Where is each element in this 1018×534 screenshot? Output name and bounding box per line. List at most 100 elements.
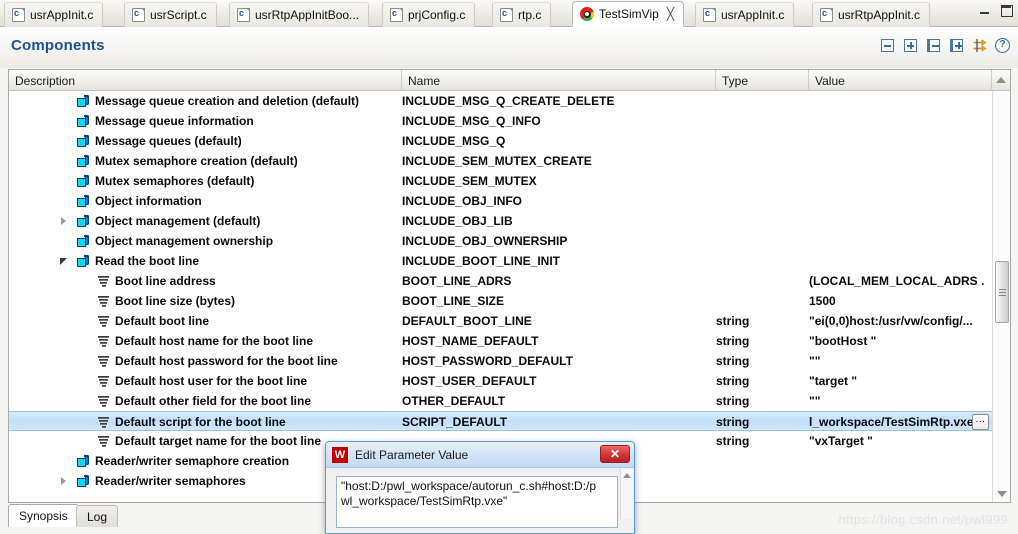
minus-box-glyph xyxy=(881,39,894,52)
collapse-all-icon[interactable] xyxy=(880,38,895,53)
table-row[interactable]: Message queue information INCLUDE_MSG_Q_I… xyxy=(9,111,992,131)
table-row[interactable]: Default host user for the boot lineHOST_… xyxy=(9,371,992,391)
cell-description: Default script for the boot line xyxy=(97,412,402,432)
row-description-label: Mutex semaphores (default) xyxy=(95,174,254,188)
table-row[interactable]: Object management (default)INCLUDE_OBJ_L… xyxy=(9,211,992,231)
cell-name: DEFAULT_BOOT_LINE xyxy=(402,311,708,331)
minimize-icon[interactable] xyxy=(979,4,991,16)
editor-tab-usrscript[interactable]: usrScript.c xyxy=(124,2,217,27)
column-header-value[interactable]: Value xyxy=(809,70,992,91)
row-description-label: Object management ownership xyxy=(95,234,273,248)
row-name-label: BOOT_LINE_SIZE xyxy=(402,294,504,308)
row-type-label: string xyxy=(716,394,749,408)
tab-log[interactable]: Log xyxy=(76,505,118,527)
editor-tab-bar: usrAppInit.c usrScript.c usrRtpAppInitBo… xyxy=(0,0,1018,27)
table-row[interactable]: Object informationINCLUDE_OBJ_INFO xyxy=(9,191,992,211)
cell-description: Default host user for the boot line xyxy=(97,371,402,391)
parameter-icon xyxy=(97,395,110,408)
row-value-label: (LOCAL_MEM_LOCAL_ADRS ... xyxy=(809,274,984,288)
cell-description: Boot line size (bytes) xyxy=(97,291,402,311)
chevron-right-icon[interactable] xyxy=(58,471,69,491)
cell-name: INCLUDE_BOOT_LINE_INIT xyxy=(402,251,708,271)
cell-type xyxy=(716,291,801,311)
cell-type: string xyxy=(716,371,801,391)
row-name-label: INCLUDE_MSG_Q xyxy=(402,134,505,148)
table-row[interactable]: Default host password for the boot lineH… xyxy=(9,351,992,371)
table-row[interactable]: Message queue creation and deletion (def… xyxy=(9,91,992,111)
tab-synopsis[interactable]: Synopsis xyxy=(8,504,79,527)
textarea-scrollbar[interactable] xyxy=(620,469,633,519)
scrollbar-thumb[interactable] xyxy=(995,261,1009,323)
expand-all-icon[interactable] xyxy=(903,38,918,53)
close-icon[interactable]: ╳ xyxy=(667,8,674,20)
editor-tab-usrappinit-1[interactable]: usrAppInit.c xyxy=(4,2,103,27)
row-value-label: "target " xyxy=(809,374,857,388)
row-description-label: Message queue creation and deletion (def… xyxy=(95,94,359,108)
cell-description: Object management ownership xyxy=(77,231,402,251)
minus-doc-glyph xyxy=(927,39,940,52)
cell-name: INCLUDE_OBJ_LIB xyxy=(402,211,708,231)
cell-description: Default host name for the boot line xyxy=(97,331,402,351)
table-row[interactable]: Boot line size (bytes)BOOT_LINE_SIZE 1500 xyxy=(9,291,992,311)
editor-tab-rtp[interactable]: rtp.c xyxy=(492,2,551,27)
expand-icon[interactable] xyxy=(949,38,964,53)
row-name-label: INCLUDE_OBJ_LIB xyxy=(402,214,513,228)
header-scroll-up-icon[interactable] xyxy=(994,73,1008,88)
chevron-right-icon[interactable] xyxy=(58,211,69,231)
table-row[interactable]: Boot line addressBOOT_LINE_ADRS(LOCAL_ME… xyxy=(9,271,992,291)
c-file-icon xyxy=(500,8,513,22)
row-description-label: Reader/writer semaphore creation xyxy=(95,454,289,468)
collapse-icon[interactable] xyxy=(926,38,941,53)
table-row[interactable]: Read the boot lineINCLUDE_BOOT_LINE_INIT xyxy=(9,251,992,271)
edit-parameter-value-dialog: W Edit Parameter Value ✕ "host:D:/pwl_wo… xyxy=(325,441,635,534)
component-icon xyxy=(77,235,90,248)
editor-header: Components ? xyxy=(0,27,1018,68)
close-icon[interactable]: ✕ xyxy=(600,445,630,463)
row-name-label: INCLUDE_MSG_Q_INFO xyxy=(402,114,541,128)
editor-tab-usrrtpappinit[interactable]: usrRtpAppInit.c xyxy=(812,2,930,27)
header-toolbar: ? xyxy=(880,38,1010,53)
maximize-icon[interactable] xyxy=(1000,4,1012,16)
parameter-icon xyxy=(97,355,110,368)
column-header-name[interactable]: Name xyxy=(402,70,716,91)
parameter-icon xyxy=(97,435,110,448)
row-description-label: Message queue information xyxy=(95,114,254,128)
cell-description: Default host password for the boot line xyxy=(97,351,402,371)
column-header-type[interactable]: Type xyxy=(716,70,809,91)
c-file-icon xyxy=(132,8,145,22)
table-row[interactable]: Default boot lineDEFAULT_BOOT_LINEstring… xyxy=(9,311,992,331)
parameter-value-input[interactable]: "host:D:/pwl_workspace/autorun_c.sh#host… xyxy=(336,476,618,528)
scroll-down-icon[interactable] xyxy=(997,491,1007,497)
cell-name: INCLUDE_MSG_Q_INFO xyxy=(402,111,708,131)
help-icon[interactable]: ? xyxy=(995,38,1010,53)
dialog-title-bar[interactable]: W Edit Parameter Value ✕ xyxy=(326,442,634,468)
table-row[interactable]: Default host name for the boot lineHOST_… xyxy=(9,331,992,351)
table-row[interactable]: Default script for the boot lineSCRIPT_D… xyxy=(9,411,992,431)
link-with-editor-icon[interactable] xyxy=(972,38,987,53)
table-row[interactable]: Mutex semaphore creation (default)INCLUD… xyxy=(9,151,992,171)
row-description-label: Default host password for the boot line xyxy=(115,354,338,368)
table-row[interactable]: Default other field for the boot lineOTH… xyxy=(9,391,992,411)
column-header-description[interactable]: Description xyxy=(9,70,402,91)
row-value-label: 1500 xyxy=(809,294,836,308)
cell-value xyxy=(809,131,984,151)
component-icon xyxy=(77,195,90,208)
chevron-down-icon[interactable] xyxy=(58,251,69,271)
editor-tab-usrrtpappinitboot[interactable]: usrRtpAppInitBoo... xyxy=(229,2,369,27)
editor-tab-prjconfig[interactable]: prjConfig.c xyxy=(382,2,475,27)
table-row[interactable]: Message queues (default)INCLUDE_MSG_Q xyxy=(9,131,992,151)
row-name-label: INCLUDE_OBJ_OWNERSHIP xyxy=(402,234,567,248)
editor-tab-testsimvip[interactable]: TestSimVip ╳ xyxy=(572,1,684,27)
row-description-label: Default boot line xyxy=(115,314,209,328)
cell-type xyxy=(716,451,801,471)
table-row[interactable]: Mutex semaphores (default)INCLUDE_SEM_MU… xyxy=(9,171,992,191)
cell-value xyxy=(809,151,984,171)
cell-description: Boot line address xyxy=(97,271,402,291)
browse-value-button[interactable]: ... xyxy=(972,414,989,430)
editor-tab-usrappinit-2[interactable]: usrAppInit.c xyxy=(695,2,794,27)
table-row[interactable]: Object management ownership INCLUDE_OBJ_O… xyxy=(9,231,992,251)
vertical-scrollbar[interactable] xyxy=(992,91,1010,503)
row-name-label: INCLUDE_MSG_Q_CREATE_DELETE xyxy=(402,94,614,108)
row-description-label: Object information xyxy=(95,194,202,208)
component-icon xyxy=(77,255,90,268)
